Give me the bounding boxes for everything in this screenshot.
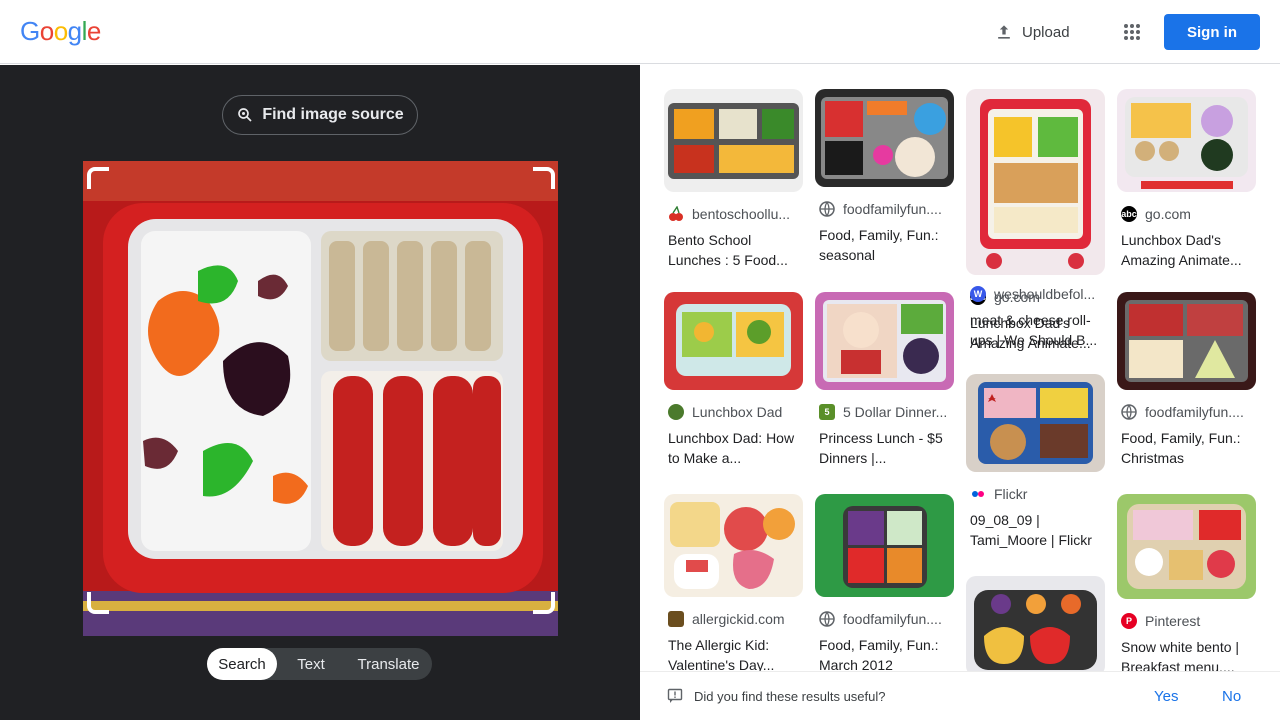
result-title[interactable]: Food, Family, Fun.: March 2012 xyxy=(815,635,954,671)
result-thumbnail xyxy=(664,494,803,597)
logo-letter: e xyxy=(86,16,101,46)
result-thumbnail xyxy=(815,494,954,597)
result-title[interactable]: Food, Family, Fun.: seasonal xyxy=(815,225,954,265)
tab-translate[interactable]: Translate xyxy=(345,648,432,680)
sign-in-button[interactable]: Sign in xyxy=(1164,14,1260,50)
result-card[interactable]: bentoschoollu... Bento School Lunches : … xyxy=(664,89,803,270)
result-title[interactable]: meat & cheese roll-ups | We Should B... xyxy=(966,310,1105,350)
result-source: foodfamilyfun.... xyxy=(1145,404,1244,420)
flickr-icon xyxy=(970,486,986,502)
result-title[interactable]: Princess Lunch - $5 Dinners |... xyxy=(815,428,954,468)
feedback-no-button[interactable]: No xyxy=(1222,688,1241,705)
result-thumbnail xyxy=(1117,494,1256,599)
result-source: allergickid.com xyxy=(692,611,785,627)
result-thumbnail xyxy=(966,576,1105,671)
result-title[interactable]: 09_08_09 | Tami_Moore | Flickr xyxy=(966,510,1105,550)
result-thumbnail xyxy=(1117,89,1256,192)
result-thumbnail xyxy=(664,292,803,390)
result-card[interactable]: W weshouldbefol... meat & cheese roll-up… xyxy=(966,286,1105,350)
result-thumbnail xyxy=(966,89,1105,275)
result-thumbnail xyxy=(815,292,954,390)
apps-grid-icon xyxy=(1124,24,1140,40)
result-title[interactable]: Food, Family, Fun.: Christmas xyxy=(1117,428,1256,468)
lens-image-panel: Find image source Search Text Translate xyxy=(0,65,640,720)
crop-handle-bottom-left[interactable] xyxy=(87,592,109,614)
top-bar: Google Upload Sign in xyxy=(0,0,1280,64)
result-card[interactable] xyxy=(966,576,1105,671)
result-card[interactable]: allergickid.com The Allergic Kid: Valent… xyxy=(664,494,803,671)
globe-icon xyxy=(1121,404,1137,420)
logo-letter: o xyxy=(39,16,54,46)
find-image-source-button[interactable]: Find image source xyxy=(222,95,418,135)
crop-handle-top-right[interactable] xyxy=(533,167,555,189)
result-thumbnail xyxy=(815,89,954,187)
feedback-icon xyxy=(667,688,683,703)
result-title[interactable]: Lunchbox Dad's Amazing Animate... xyxy=(1117,230,1256,270)
result-source: foodfamilyfun.... xyxy=(843,611,942,627)
result-card[interactable]: Lunchbox Dad Lunchbox Dad: How to Make a… xyxy=(664,292,803,468)
find-image-source-label: Find image source xyxy=(262,106,404,123)
tab-text[interactable]: Text xyxy=(277,648,345,680)
globe-icon xyxy=(819,611,835,627)
visual-matches-grid: bentoschoollu... Bento School Lunches : … xyxy=(640,65,1280,671)
result-card[interactable]: 5 5 Dollar Dinner... Princess Lunch - $5… xyxy=(815,292,954,468)
w-icon: W xyxy=(970,286,986,302)
result-source: weshouldbefol... xyxy=(994,286,1096,302)
crop-handle-bottom-right[interactable] xyxy=(533,592,555,614)
logo-letter: G xyxy=(20,16,40,46)
result-card[interactable]: foodfamilyfun.... Food, Family, Fun.: se… xyxy=(815,89,954,265)
result-card[interactable]: foodfamilyfun.... Food, Family, Fun.: Ch… xyxy=(1117,292,1256,468)
result-card[interactable]: Flickr 09_08_09 | Tami_Moore | Flickr xyxy=(966,374,1105,550)
tab-search[interactable]: Search xyxy=(207,648,277,680)
upload-label: Upload xyxy=(1022,23,1070,41)
cherry-icon xyxy=(668,206,684,222)
result-source: foodfamilyfun.... xyxy=(843,201,942,217)
result-source: 5 Dollar Dinner... xyxy=(843,404,948,420)
query-image[interactable] xyxy=(83,161,558,636)
abc-icon: abc xyxy=(1121,206,1137,222)
result-thumbnail xyxy=(664,89,803,192)
pinterest-icon: P xyxy=(1121,613,1137,629)
result-source: go.com xyxy=(1145,206,1191,222)
logo-letter: g xyxy=(67,16,82,46)
result-source: Lunchbox Dad xyxy=(692,404,783,420)
result-source: bentoschoollu... xyxy=(692,206,791,222)
result-card[interactable]: P Pinterest Snow white bento | Breakfast… xyxy=(1117,494,1256,671)
result-thumbnail xyxy=(1117,292,1256,390)
lunchbox-dad-icon xyxy=(668,404,684,420)
upload-button[interactable]: Upload xyxy=(986,14,1078,50)
lens-search-icon xyxy=(238,108,252,122)
google-logo[interactable]: Google xyxy=(20,16,101,47)
result-source: Flickr xyxy=(994,486,1028,502)
result-title[interactable]: The Allergic Kid: Valentine's Day... xyxy=(664,635,803,671)
result-title[interactable]: Snow white bento | Breakfast menu.... xyxy=(1117,637,1256,671)
feedback-yes-button[interactable]: Yes xyxy=(1154,688,1178,705)
upload-icon xyxy=(998,25,1010,39)
search-mode-tabs: Search Text Translate xyxy=(207,648,432,680)
feedback-question: Did you find these results useful? xyxy=(694,689,886,704)
apps-button[interactable] xyxy=(1114,14,1150,50)
result-card[interactable]: foodfamilyfun.... Food, Family, Fun.: Ma… xyxy=(815,494,954,671)
result-title[interactable]: Lunchbox Dad: How to Make a... xyxy=(664,428,803,468)
result-title[interactable]: Bento School Lunches : 5 Food... xyxy=(664,230,803,270)
result-thumbnail xyxy=(966,374,1105,472)
result-source: Pinterest xyxy=(1145,613,1201,629)
crop-handle-top-left[interactable] xyxy=(87,167,109,189)
result-card[interactable]: abc go.com Lunchbox Dad's Amazing Animat… xyxy=(1117,89,1256,270)
allergickid-icon xyxy=(668,611,684,627)
bento-lunchbox-image xyxy=(83,161,558,636)
logo-letter: o xyxy=(53,16,68,46)
feedback-bar: Did you find these results useful? Yes N… xyxy=(640,671,1280,720)
globe-icon xyxy=(819,201,835,217)
five-dollar-icon: 5 xyxy=(819,404,835,420)
